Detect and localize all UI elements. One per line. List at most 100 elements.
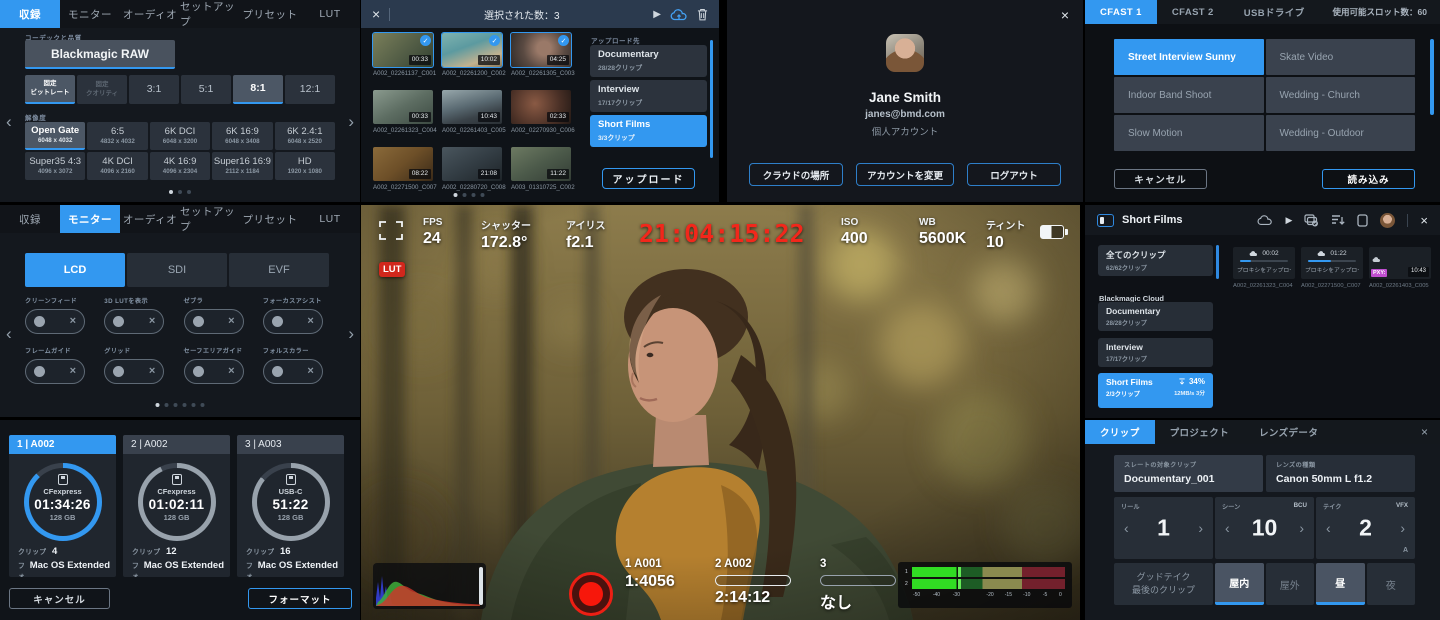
sort-icon[interactable] [1331, 214, 1345, 226]
scrollbar[interactable] [1216, 245, 1219, 279]
tint-stat[interactable]: ティント10 [986, 217, 1025, 252]
page-dot[interactable] [165, 403, 169, 407]
tab[interactable]: プリセット [240, 0, 300, 28]
cloud-clip-thumbnail[interactable]: 01:22 プロキシをアップロード中.. [1301, 247, 1363, 279]
slate-clip-field[interactable]: スレートの対象クリップ Documentary_001 [1114, 455, 1263, 492]
environment-option[interactable]: 夜 [1367, 563, 1416, 605]
good-take-button[interactable]: グッドテイク 最後のクリップ [1114, 563, 1213, 605]
media-card[interactable]: 3 | A003 USB-C 51:22 128 GB クリップ16 フォーマッ… [237, 435, 344, 577]
tab[interactable]: プリセット [240, 205, 300, 233]
resolution-option[interactable]: Super35 4:34096 x 3072 [25, 152, 85, 180]
close-icon[interactable]: × [372, 7, 380, 21]
audio-meters[interactable]: 1 2 -50-40-30-20-15-10-50 [898, 562, 1072, 608]
page-dot[interactable] [178, 190, 182, 194]
slate-tab[interactable]: レンズデータ [1244, 420, 1333, 444]
codec-select-button[interactable]: Blackmagic RAW [25, 40, 175, 69]
clip-thumbnail[interactable]: ✓ 21:08 [442, 147, 502, 181]
tab[interactable]: モニター [60, 0, 120, 28]
cloud-upload-icon[interactable] [670, 8, 688, 21]
upload-folder[interactable]: Short Films 3/3クリップ [590, 115, 707, 147]
preset-item[interactable]: Skate Video [1266, 39, 1416, 75]
tab[interactable]: 収録 [0, 0, 60, 28]
record-button[interactable] [569, 572, 613, 616]
frame-guides-icon[interactable] [379, 221, 403, 245]
resolution-option[interactable]: 4K 16:94096 x 2304 [150, 152, 210, 180]
iris-stat[interactable]: アイリスf2.1 [566, 217, 606, 252]
battery-icon[interactable] [1040, 225, 1064, 239]
clip-thumbnail[interactable]: ✓ 04:25 [511, 33, 571, 67]
scrollbar[interactable] [1430, 39, 1434, 115]
avatar[interactable] [1380, 213, 1395, 228]
close-icon[interactable]: × [1061, 8, 1069, 22]
cloud-icon[interactable] [1257, 214, 1273, 226]
shutter-stat[interactable]: シャッター172.8° [481, 217, 531, 252]
toggle-switch[interactable]: × [184, 359, 244, 384]
preset-item[interactable]: Wedding - Church [1266, 77, 1416, 113]
page-dots[interactable] [169, 190, 191, 194]
media-pool-icon[interactable] [1097, 214, 1114, 227]
play-icon[interactable]: ▶ [1285, 215, 1292, 226]
play-icon[interactable]: ▶ [653, 9, 661, 20]
cloud-folder[interactable]: Interview 17/17クリップ [1098, 338, 1213, 367]
slot-tab[interactable]: CFAST 2 [1157, 0, 1229, 24]
scrollbar[interactable] [710, 40, 713, 158]
page-dot[interactable] [187, 190, 191, 194]
resolution-option[interactable]: 6K 2.4:16048 x 2520 [275, 122, 335, 150]
quality-option[interactable]: 12:1 [285, 75, 335, 104]
media-card[interactable]: 1 | A002 CFexpress 01:34:26 128 GB クリップ4… [9, 435, 116, 577]
timecode[interactable]: 21:04:15:22 [639, 219, 805, 248]
resolution-option[interactable]: 6K DCI6048 x 3200 [150, 122, 210, 150]
quality-option[interactable]: 3:1 [129, 75, 179, 104]
account-action-button[interactable]: ログアウト [967, 163, 1061, 186]
cloud-clip-thumbnail[interactable]: 00:02 プロキシをアップロード中.. [1233, 247, 1295, 279]
page-dot[interactable] [156, 403, 160, 407]
output-option[interactable]: EVF [229, 253, 329, 287]
tab[interactable]: モニター [60, 205, 120, 233]
cloud-clip-thumbnail[interactable]: 10:43 PXY: 10:43 [1369, 247, 1431, 279]
environment-option[interactable]: 屋外 [1266, 563, 1315, 605]
clip-thumbnail[interactable]: ✓ 00:33 [373, 90, 433, 124]
toggle-switch[interactable]: × [184, 309, 244, 334]
chevron-right-icon[interactable]: › [348, 113, 354, 130]
load-button[interactable]: 読み込み [1322, 169, 1415, 189]
tab[interactable]: 収録 [0, 205, 60, 233]
storage-slot-status[interactable]: 3 なし [820, 558, 900, 613]
page-dot[interactable] [201, 403, 205, 407]
cloud-folder[interactable]: Documentary 28/28クリップ [1098, 302, 1213, 331]
toggle-switch[interactable]: × [25, 359, 85, 384]
storage-slot-status[interactable]: 1 A001 1:4056 [625, 558, 705, 591]
upload-folder[interactable]: Documentary 28/28クリップ [590, 45, 707, 77]
page-dot[interactable] [463, 193, 467, 197]
upload-button[interactable]: アップロード [602, 168, 695, 189]
chevron-right-icon[interactable]: › [348, 325, 354, 342]
preset-item[interactable]: Wedding - Outdoor [1266, 115, 1416, 151]
clip-thumbnail[interactable]: ✓ 08:22 [373, 147, 433, 181]
iso-stat[interactable]: ISO400 [841, 217, 868, 248]
page-dot[interactable] [192, 403, 196, 407]
cancel-button[interactable]: キャンセル [1114, 169, 1207, 189]
resolution-option[interactable]: Open Gate6048 x 4032 [25, 122, 85, 150]
stepper-increment[interactable]: › [1198, 520, 1203, 536]
close-icon[interactable]: × [1421, 426, 1428, 438]
toggle-switch[interactable]: × [25, 309, 85, 334]
clips-check-icon[interactable] [1304, 214, 1319, 227]
toggle-switch[interactable]: × [263, 309, 323, 334]
slate-tab[interactable]: プロジェクト [1155, 420, 1244, 444]
upload-folder[interactable]: Interview 17/17クリップ [590, 80, 707, 112]
output-option[interactable]: LCD [25, 253, 125, 287]
clip-thumbnail[interactable]: ✓ 10:43 [442, 90, 502, 124]
fps-stat[interactable]: FPS24 [423, 217, 442, 248]
account-action-button[interactable]: クラウドの場所 [749, 163, 843, 186]
lens-type-field[interactable]: レンズの種類 Canon 50mm L f1.2 [1266, 455, 1415, 492]
toggle-switch[interactable]: × [263, 359, 323, 384]
media-card[interactable]: 2 | A002 CFexpress 01:02:11 128 GB クリップ1… [123, 435, 230, 577]
preset-item[interactable]: Indoor Band Shoot [1114, 77, 1264, 113]
preset-item[interactable]: Slow Motion [1114, 115, 1264, 151]
quality-option[interactable]: 5:1 [181, 75, 231, 104]
tab[interactable]: オーディオ [120, 0, 180, 28]
close-icon[interactable]: × [1420, 214, 1428, 227]
slot-tab[interactable]: CFAST 1 [1085, 0, 1157, 24]
tab[interactable]: セットアップ [180, 205, 240, 233]
stepper-increment[interactable]: › [1400, 520, 1405, 536]
chevron-left-icon[interactable]: ‹ [6, 325, 12, 342]
